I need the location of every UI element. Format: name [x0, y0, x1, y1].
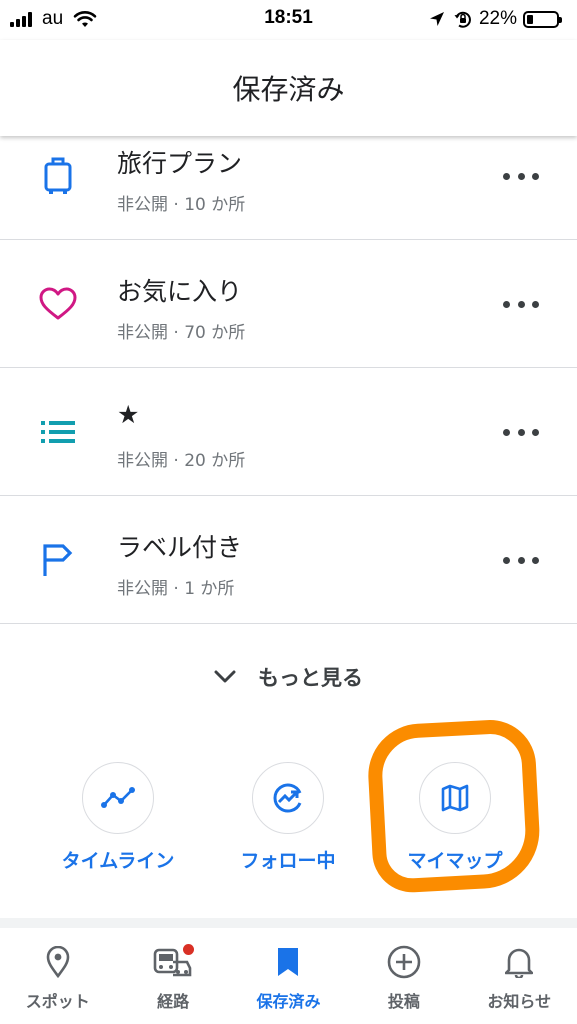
nav-saved[interactable]: 保存済み	[231, 928, 346, 1024]
nav-contribute[interactable]: 投稿	[346, 928, 461, 1024]
list-title: ラベル付き	[117, 533, 243, 562]
nav-label: お知らせ	[487, 992, 552, 1011]
more-options-icon[interactable]	[503, 418, 539, 446]
location-pin-icon	[0, 942, 115, 982]
page-title: 保存済み	[232, 73, 345, 106]
saved-lists: 旅行プラン 非公開 · 10 か所 お気に入り 非公開 · 70 か所 ★ 非公…	[0, 112, 577, 624]
more-options-icon[interactable]	[503, 162, 539, 190]
add-circle-icon	[346, 942, 461, 982]
list-subtitle: 非公開 · 10 か所	[117, 195, 246, 215]
list-title: ★	[117, 400, 140, 429]
nav-directions[interactable]: 経路	[115, 928, 230, 1024]
status-right: 22%	[429, 6, 562, 32]
list-icon	[38, 412, 78, 452]
orientation-lock-icon	[453, 9, 473, 29]
heart-icon	[38, 284, 78, 324]
highlight-annotation	[365, 717, 543, 895]
suitcase-icon	[38, 156, 78, 196]
list-item-labeled[interactable]: ラベル付き 非公開 · 1 か所	[0, 496, 577, 624]
chevron-down-icon	[214, 670, 236, 684]
nav-label: 保存済み	[256, 992, 321, 1011]
list-item-starred[interactable]: ★ 非公開 · 20 か所	[0, 368, 577, 496]
list-subtitle: 非公開 · 1 か所	[117, 579, 235, 599]
nav-label: 経路	[157, 992, 190, 1011]
following-label: フォロー中	[240, 850, 336, 872]
section-divider	[0, 918, 577, 928]
list-item-favorites[interactable]: お気に入り 非公開 · 70 か所	[0, 240, 577, 368]
nav-explore[interactable]: スポット	[0, 928, 115, 1024]
list-title: お気に入り	[117, 277, 243, 306]
status-bar: au 18:51 22%	[0, 0, 577, 40]
list-subtitle: 非公開 · 70 か所	[117, 323, 246, 343]
list-title: 旅行プラン	[117, 149, 243, 178]
following-icon	[252, 762, 324, 834]
commute-icon	[115, 942, 230, 982]
timeline-shortcut[interactable]: タイムライン	[43, 762, 193, 872]
following-shortcut[interactable]: フォロー中	[213, 762, 363, 872]
flag-icon	[38, 540, 78, 580]
app-header: 保存済み	[0, 40, 577, 136]
bottom-navigation: スポット 経路 保存済み 投稿 お知らせ	[0, 928, 577, 1024]
show-more-label: もっと見る	[258, 666, 363, 690]
bookmark-icon	[231, 942, 346, 982]
battery-icon	[523, 10, 562, 28]
nav-label: スポット	[25, 992, 90, 1011]
bell-icon	[462, 942, 577, 982]
nav-updates[interactable]: お知らせ	[462, 928, 577, 1024]
list-subtitle: 非公開 · 20 か所	[117, 451, 246, 471]
battery-percent: 22%	[478, 8, 517, 29]
nav-label: 投稿	[387, 992, 420, 1011]
timeline-icon	[82, 762, 154, 834]
more-options-icon[interactable]	[503, 290, 539, 318]
show-more-button[interactable]: もっと見る	[0, 652, 577, 702]
timeline-label: タイムライン	[61, 850, 175, 872]
more-options-icon[interactable]	[503, 546, 539, 574]
location-arrow-icon	[429, 11, 445, 27]
